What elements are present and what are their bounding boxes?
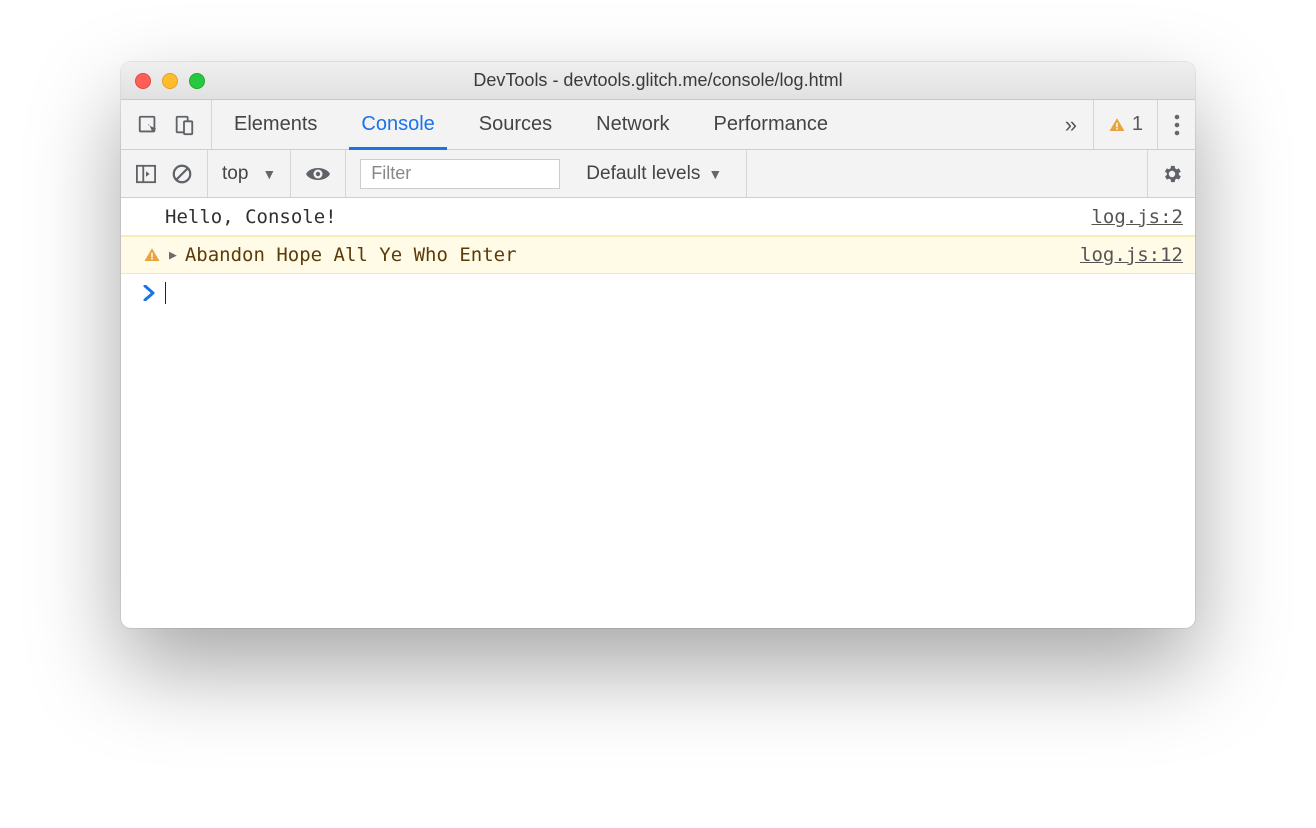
inspect-device-group: [121, 100, 212, 149]
tab-console[interactable]: Console: [339, 100, 456, 149]
console-toolbar: top ▼ Default levels ▼: [121, 150, 1195, 198]
close-button[interactable]: [135, 73, 151, 89]
console-settings-button[interactable]: [1147, 150, 1195, 197]
message-source-link[interactable]: log.js:12: [1080, 244, 1183, 266]
log-levels-select[interactable]: Default levels ▼: [576, 163, 732, 185]
tab-sources[interactable]: Sources: [457, 100, 574, 149]
execution-context-select[interactable]: top ▼: [208, 150, 291, 197]
console-sidebar-toggle-icon[interactable]: [135, 164, 157, 184]
prompt-caret-icon: [143, 285, 155, 301]
devtools-window: DevTools - devtools.glitch.me/console/lo…: [121, 62, 1195, 628]
window-title: DevTools - devtools.glitch.me/console/lo…: [121, 70, 1195, 91]
maximize-button[interactable]: [189, 73, 205, 89]
titlebar: DevTools - devtools.glitch.me/console/lo…: [121, 62, 1195, 100]
chevron-down-icon: ▼: [708, 166, 722, 182]
inspect-element-icon[interactable]: [137, 114, 159, 136]
warning-count-value: 1: [1132, 113, 1143, 136]
tab-performance[interactable]: Performance: [692, 100, 851, 149]
tab-network[interactable]: Network: [574, 100, 691, 149]
message-text: Hello, Console!: [143, 206, 1091, 228]
tabs-overflow-button[interactable]: »: [1049, 100, 1093, 149]
console-message-warn: ▶ Abandon Hope All Ye Who Enter log.js:1…: [121, 236, 1195, 274]
warning-icon: [1108, 116, 1126, 134]
console-prompt[interactable]: [121, 274, 1195, 312]
levels-label: Default levels: [586, 163, 700, 185]
live-expression-group: [291, 150, 346, 197]
message-text: Abandon Hope All Ye Who Enter: [185, 244, 517, 266]
eye-icon[interactable]: [305, 164, 331, 184]
tabs-list: Elements Console Sources Network Perform…: [212, 100, 1049, 149]
warning-icon: [143, 246, 161, 264]
console-message-log: Hello, Console! log.js:2: [121, 198, 1195, 236]
context-label: top: [222, 163, 248, 185]
message-source-link[interactable]: log.js:2: [1091, 206, 1183, 228]
filter-group: Default levels ▼: [346, 150, 747, 197]
device-toggle-icon[interactable]: [173, 114, 195, 136]
more-menu-button[interactable]: [1157, 100, 1195, 149]
minimize-button[interactable]: [162, 73, 178, 89]
panel-tabs: Elements Console Sources Network Perform…: [121, 100, 1195, 150]
disclosure-triangle-icon[interactable]: ▶: [169, 248, 177, 263]
clear-console-icon[interactable]: [171, 163, 193, 185]
chevron-down-icon: ▼: [262, 166, 276, 182]
warning-counter[interactable]: 1: [1093, 100, 1157, 149]
console-output: Hello, Console! log.js:2 ▶ Abandon Hope …: [121, 198, 1195, 628]
text-cursor: [165, 282, 166, 304]
sidebar-clear-group: [121, 150, 208, 197]
tab-elements[interactable]: Elements: [212, 100, 339, 149]
traffic-lights: [135, 73, 205, 89]
filter-input[interactable]: [360, 159, 560, 189]
